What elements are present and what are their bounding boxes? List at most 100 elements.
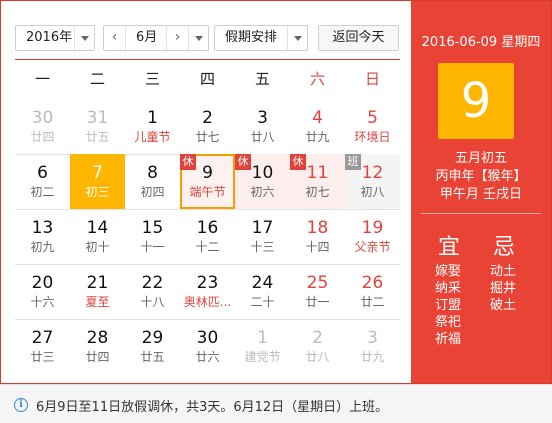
lunar-date: 五月初五 xyxy=(454,151,507,166)
ji-item: 动土 xyxy=(490,264,517,279)
day-number: 11 xyxy=(306,163,329,183)
yi-list: 嫁娶 纳采 订盟 祭祀 祈福 xyxy=(435,263,461,348)
lunar-label: 十三 xyxy=(250,240,275,254)
day-number: 18 xyxy=(306,218,329,238)
lunar-label: 廿七 xyxy=(195,130,220,144)
ganzhi-year: 丙申年【猴年】 xyxy=(435,169,527,184)
day-cell[interactable]: 22 十八 xyxy=(125,264,180,319)
weekday-fri: 五 xyxy=(254,70,270,88)
day-cell[interactable]: 18 十四 xyxy=(290,209,345,264)
lunar-label: 环境日 xyxy=(354,130,391,144)
day-cell[interactable]: 7 初三 xyxy=(70,154,125,209)
ji-title: 忌 xyxy=(493,235,516,260)
day-cell[interactable]: 3 廿九 xyxy=(345,319,400,374)
yi-item: 祭祀 xyxy=(435,315,462,330)
calendar-widget: 2016年 ‹ 6月 › 假期安排 返回今天 一 二 三 四 五 六 日 30 … xyxy=(0,0,552,384)
day-cell[interactable]: 30 廿四 xyxy=(15,99,70,154)
day-cell[interactable]: 13 初九 xyxy=(15,209,70,264)
lunar-label: 廿九 xyxy=(305,130,330,144)
day-cell[interactable]: 17 十三 xyxy=(235,209,290,264)
day-cell[interactable]: 休 9 端午节 xyxy=(180,154,235,209)
day-cell[interactable]: 2 廿八 xyxy=(290,319,345,374)
day-cell[interactable]: 16 十二 xyxy=(180,209,235,264)
day-number: 17 xyxy=(251,218,274,238)
ganzhi-month-day: 甲午月 壬戌日 xyxy=(439,187,523,202)
day-cell[interactable]: 30 廿六 xyxy=(180,319,235,374)
month-select-value: 6月 xyxy=(136,30,158,45)
detail-divider xyxy=(421,213,541,214)
weekday-sat: 六 xyxy=(309,70,325,88)
day-cell[interactable]: 5 环境日 xyxy=(345,99,400,154)
day-number: 5 xyxy=(367,108,378,128)
day-number: 7 xyxy=(92,163,103,183)
day-cell[interactable]: 休 11 初七 xyxy=(290,154,345,209)
day-cell[interactable]: 6 初二 xyxy=(15,154,70,209)
lunar-label: 十一 xyxy=(140,240,165,254)
day-cell[interactable]: 20 十六 xyxy=(15,264,70,319)
day-number: 29 xyxy=(141,328,164,348)
day-cell[interactable]: 21 夏至 xyxy=(70,264,125,319)
day-cell[interactable]: 24 二十 xyxy=(235,264,290,319)
day-cell[interactable]: 2 廿七 xyxy=(180,99,235,154)
lunar-label: 廿一 xyxy=(305,295,330,309)
lunar-label: 建党节 xyxy=(244,350,281,364)
lunar-label: 廿四 xyxy=(85,350,110,364)
lunar-label: 奥林匹... xyxy=(183,295,232,309)
day-cell[interactable]: 休 10 初六 xyxy=(235,154,290,209)
next-month-button[interactable]: › xyxy=(166,26,188,50)
day-number: 28 xyxy=(86,328,109,348)
weekday-thu: 四 xyxy=(199,70,215,88)
day-number: 3 xyxy=(367,328,378,348)
weekday-mon: 一 xyxy=(34,70,50,88)
lunar-label: 初七 xyxy=(305,185,330,199)
holiday-notice-bar: i 6月9日至11日放假调休，共3天。6月12日（星期日）上班。 xyxy=(0,384,552,423)
lunar-label: 十二 xyxy=(195,240,220,254)
day-cell[interactable]: 23 奥林匹... xyxy=(180,264,235,319)
lunar-label: 二十 xyxy=(250,295,275,309)
day-number: 30 xyxy=(196,328,219,348)
weekday-header: 一 二 三 四 五 六 日 xyxy=(15,59,400,99)
calendar-toolbar: 2016年 ‹ 6月 › 假期安排 返回今天 xyxy=(1,1,411,57)
lunar-label: 廿五 xyxy=(140,350,165,364)
day-cell[interactable]: 15 十一 xyxy=(125,209,180,264)
yi-item: 嫁娶 xyxy=(435,264,462,279)
day-number: 15 xyxy=(141,218,164,238)
day-number: 25 xyxy=(306,273,329,293)
day-cell[interactable]: 班 12 初八 xyxy=(345,154,400,209)
day-cell[interactable]: 19 父亲节 xyxy=(345,209,400,264)
day-cell[interactable]: 31 廿五 xyxy=(70,99,125,154)
lunar-label: 初四 xyxy=(140,185,165,199)
chevron-down-icon xyxy=(287,26,307,50)
lunar-label: 廿二 xyxy=(360,295,385,309)
month-select[interactable]: ‹ 6月 › xyxy=(103,25,209,51)
day-cell[interactable]: 28 廿四 xyxy=(70,319,125,374)
day-cell[interactable]: 27 廿三 xyxy=(15,319,70,374)
day-cell[interactable]: 1 儿童节 xyxy=(125,99,180,154)
day-cell[interactable]: 14 初十 xyxy=(70,209,125,264)
day-cell[interactable]: 1 建党节 xyxy=(235,319,290,374)
day-number: 22 xyxy=(141,273,164,293)
yi-title: 宜 xyxy=(438,235,461,260)
year-select[interactable]: 2016年 xyxy=(15,25,95,51)
back-to-today-button[interactable]: 返回今天 xyxy=(318,25,399,51)
day-cell[interactable]: 3 廿八 xyxy=(235,99,290,154)
ji-item: 破土 xyxy=(490,298,517,313)
yi-item: 纳采 xyxy=(435,281,462,296)
lunar-label: 初六 xyxy=(250,185,275,199)
day-cell[interactable]: 25 廿一 xyxy=(290,264,345,319)
lunar-label: 十四 xyxy=(305,240,330,254)
day-cell[interactable]: 4 廿九 xyxy=(290,99,345,154)
day-number: 14 xyxy=(86,218,109,238)
prev-month-button[interactable]: ‹ xyxy=(104,26,126,50)
day-cell[interactable]: 26 廿二 xyxy=(345,264,400,319)
weekday-tue: 二 xyxy=(89,70,105,88)
day-number: 1 xyxy=(147,108,158,128)
lunar-label: 廿六 xyxy=(195,350,220,364)
lunar-label: 廿八 xyxy=(250,130,275,144)
day-cell[interactable]: 8 初四 xyxy=(125,154,180,209)
day-cell[interactable]: 29 廿五 xyxy=(125,319,180,374)
big-day-number: 9 xyxy=(460,73,492,129)
ji-item: 掘井 xyxy=(490,281,517,296)
weekday-sun: 日 xyxy=(364,70,380,88)
holiday-select[interactable]: 假期安排 xyxy=(214,25,308,51)
